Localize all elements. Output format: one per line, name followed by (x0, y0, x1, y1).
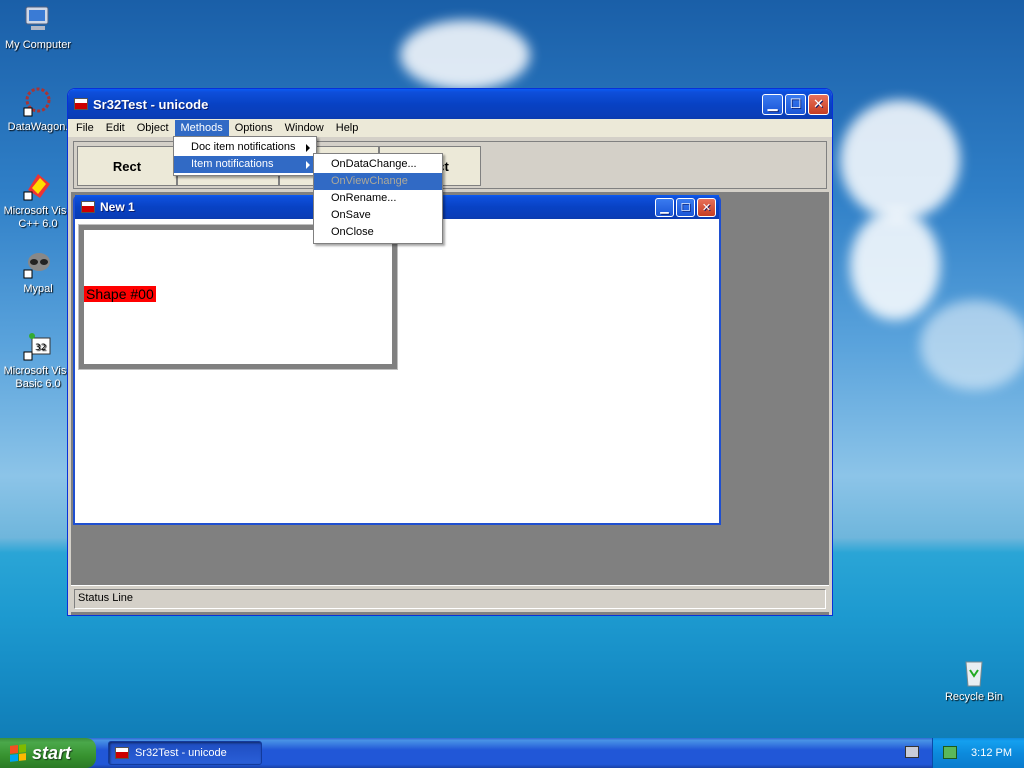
child-app-icon (81, 201, 95, 213)
mdi-client-area: New 1 ▁ ☐ ✕ Shape #00 (71, 192, 829, 615)
child-window-new-1[interactable]: New 1 ▁ ☐ ✕ Shape #00 (73, 195, 721, 525)
menu-item-onrename[interactable]: OnRename... (314, 190, 442, 207)
keyboard-icon[interactable] (905, 746, 919, 758)
menu-item-ondatachange[interactable]: OnDataChange... (314, 156, 442, 173)
datawagon-icon (22, 86, 54, 118)
rect-button[interactable]: Rect (77, 146, 177, 186)
child-window-title: New 1 (100, 200, 135, 214)
submenu-arrow-icon (306, 161, 310, 169)
menu-item-doc-item-notifications[interactable]: Doc item notifications (174, 139, 316, 156)
child-maximize-button[interactable]: ☐ (676, 197, 695, 217)
cloud (400, 20, 530, 90)
desktop-icon-my-computer[interactable]: My Computer (0, 4, 78, 52)
maximize-button[interactable]: ☐ (785, 93, 806, 115)
shape-frame[interactable]: Shape #00 (79, 225, 397, 369)
taskbar: start Sr32Test - unicode 3:12 PM (0, 738, 1024, 768)
app-icon (74, 98, 88, 110)
close-button[interactable]: ✕ (808, 93, 829, 115)
minimize-button[interactable]: ▁ (762, 93, 783, 115)
submenu-arrow-icon (306, 144, 310, 152)
start-button[interactable]: start (0, 738, 96, 768)
menu-file[interactable]: File (70, 120, 100, 136)
task-app-icon (115, 747, 129, 759)
menu-options[interactable]: Options (229, 120, 279, 136)
menu-item-onclose[interactable]: OnClose (314, 224, 442, 241)
computer-icon (22, 4, 54, 36)
menu-item-onviewchange[interactable]: OnViewChange (314, 173, 442, 190)
menu-object[interactable]: Object (131, 120, 175, 136)
menu-methods[interactable]: Methods (174, 120, 229, 136)
child-minimize-button[interactable]: ▁ (655, 197, 674, 217)
raccoon-icon (22, 248, 54, 280)
menu-item-onsave[interactable]: OnSave (314, 207, 442, 224)
clock[interactable]: 3:12 PM (971, 747, 1012, 759)
cloud (840, 100, 960, 220)
taskbar-button-sr32test[interactable]: Sr32Test - unicode (108, 741, 262, 765)
menu-item-item-notifications[interactable]: Item notifications (174, 156, 316, 173)
main-titlebar[interactable]: Sr32Test - unicode ▁ ☐ ✕ (68, 89, 832, 119)
visual-cpp-icon (22, 170, 54, 202)
network-icon[interactable] (943, 746, 957, 759)
recycle-bin-icon (958, 656, 990, 688)
item-notifications-submenu: OnDataChange... OnViewChange OnRename...… (313, 153, 443, 244)
menu-help[interactable]: Help (330, 120, 365, 136)
window-title: Sr32Test - unicode (93, 96, 209, 112)
system-tray: 3:12 PM (932, 738, 1024, 768)
status-bar: Status Line (71, 585, 829, 612)
desktop-icon-recycle-bin[interactable]: Recycle Bin (934, 656, 1014, 704)
status-line: Status Line (74, 589, 826, 609)
cloud (850, 210, 940, 320)
menu-window[interactable]: Window (279, 120, 330, 136)
windows-logo-icon (10, 744, 26, 762)
shape-label[interactable]: Shape #00 (84, 286, 156, 302)
child-close-button[interactable]: ✕ (697, 197, 716, 217)
visual-basic-icon: 32 (22, 330, 54, 362)
menu-edit[interactable]: Edit (100, 120, 131, 136)
cloud (920, 300, 1024, 390)
methods-menu: Doc item notifications Item notification… (173, 136, 317, 176)
svg-text:32: 32 (35, 343, 46, 353)
